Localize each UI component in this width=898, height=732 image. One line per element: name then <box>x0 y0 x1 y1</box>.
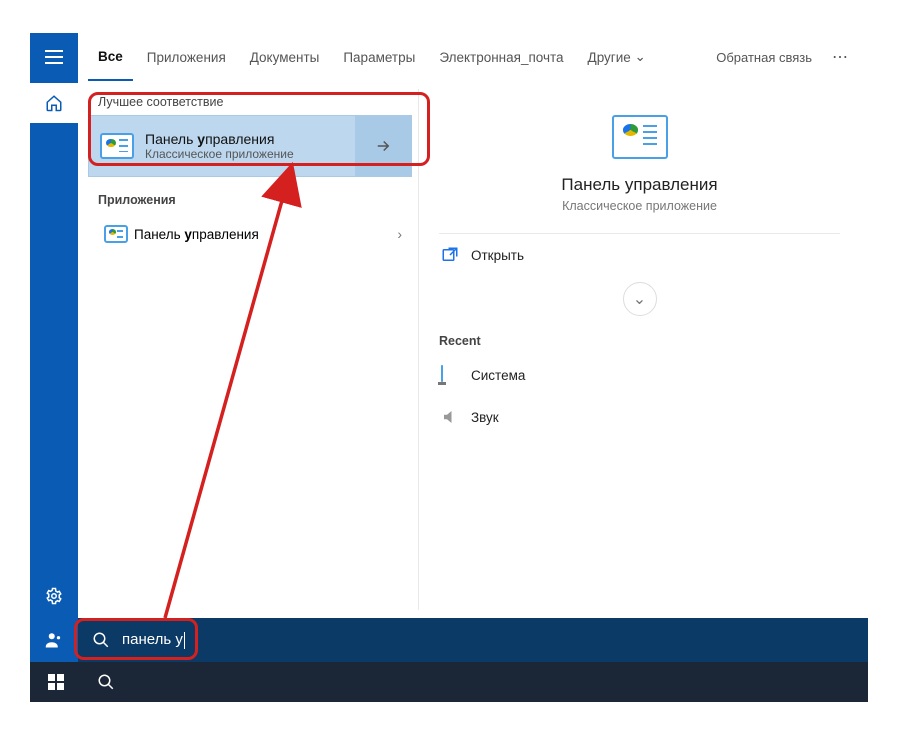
open-icon <box>441 246 459 264</box>
more-options-icon[interactable]: ⋯ <box>824 47 858 67</box>
best-match-result[interactable]: Панель управления Классическое приложени… <box>88 115 412 177</box>
section-best-match: Лучшее соответствие <box>88 89 412 115</box>
control-panel-icon <box>612 115 668 159</box>
recent-item-label: Система <box>471 368 525 383</box>
tab-apps[interactable]: Приложения <box>137 33 236 81</box>
search-bar[interactable]: панель у <box>78 618 868 662</box>
start-button[interactable] <box>34 662 78 702</box>
open-action[interactable]: Открыть <box>439 234 840 276</box>
hamburger-menu-icon[interactable] <box>30 33 78 81</box>
arrow-right-icon[interactable] <box>355 116 411 176</box>
section-apps: Приложения <box>88 187 412 213</box>
chevron-down-icon[interactable]: ⌄ <box>623 282 657 316</box>
speaker-icon <box>441 408 459 426</box>
results-panel: Лучшее соответствие Панель управления Кл… <box>78 81 418 618</box>
result-title: Панель управления <box>145 131 355 147</box>
detail-title: Панель управления <box>561 175 717 195</box>
tab-documents[interactable]: Документы <box>240 33 330 81</box>
detail-panel: Панель управления Классическое приложени… <box>418 89 860 610</box>
search-input[interactable]: панель у <box>122 631 185 649</box>
control-panel-icon <box>98 225 134 243</box>
monitor-icon <box>441 366 459 384</box>
tab-all[interactable]: Все <box>88 33 133 81</box>
app-result[interactable]: Панель управления › <box>88 213 412 255</box>
recent-item-label: Звук <box>471 410 499 425</box>
taskbar-search-icon[interactable] <box>84 662 128 702</box>
result-title: Панель управления <box>134 227 397 242</box>
result-subtitle: Классическое приложение <box>145 147 355 161</box>
recent-item-system[interactable]: Система <box>439 354 840 396</box>
category-tabs: Все Приложения Документы Параметры Элект… <box>78 33 868 81</box>
gear-icon[interactable] <box>30 574 78 618</box>
chevron-right-icon[interactable]: › <box>397 226 402 242</box>
feedback-link[interactable]: Обратная связь <box>708 50 820 65</box>
recent-item-sound[interactable]: Звук <box>439 396 840 438</box>
tab-other[interactable]: Другие ⌄ <box>578 33 656 81</box>
recent-label: Recent <box>439 334 840 348</box>
sidebar <box>30 33 78 662</box>
taskbar <box>30 662 868 702</box>
person-icon[interactable] <box>30 618 78 662</box>
open-label: Открыть <box>471 248 524 263</box>
control-panel-icon <box>89 133 145 159</box>
chevron-down-icon: ⌄ <box>635 49 646 65</box>
tab-settings[interactable]: Параметры <box>333 33 425 81</box>
home-icon[interactable] <box>30 83 78 123</box>
tab-email[interactable]: Электронная_почта <box>429 33 573 81</box>
search-icon <box>92 631 110 649</box>
detail-subtitle: Классическое приложение <box>562 199 717 213</box>
